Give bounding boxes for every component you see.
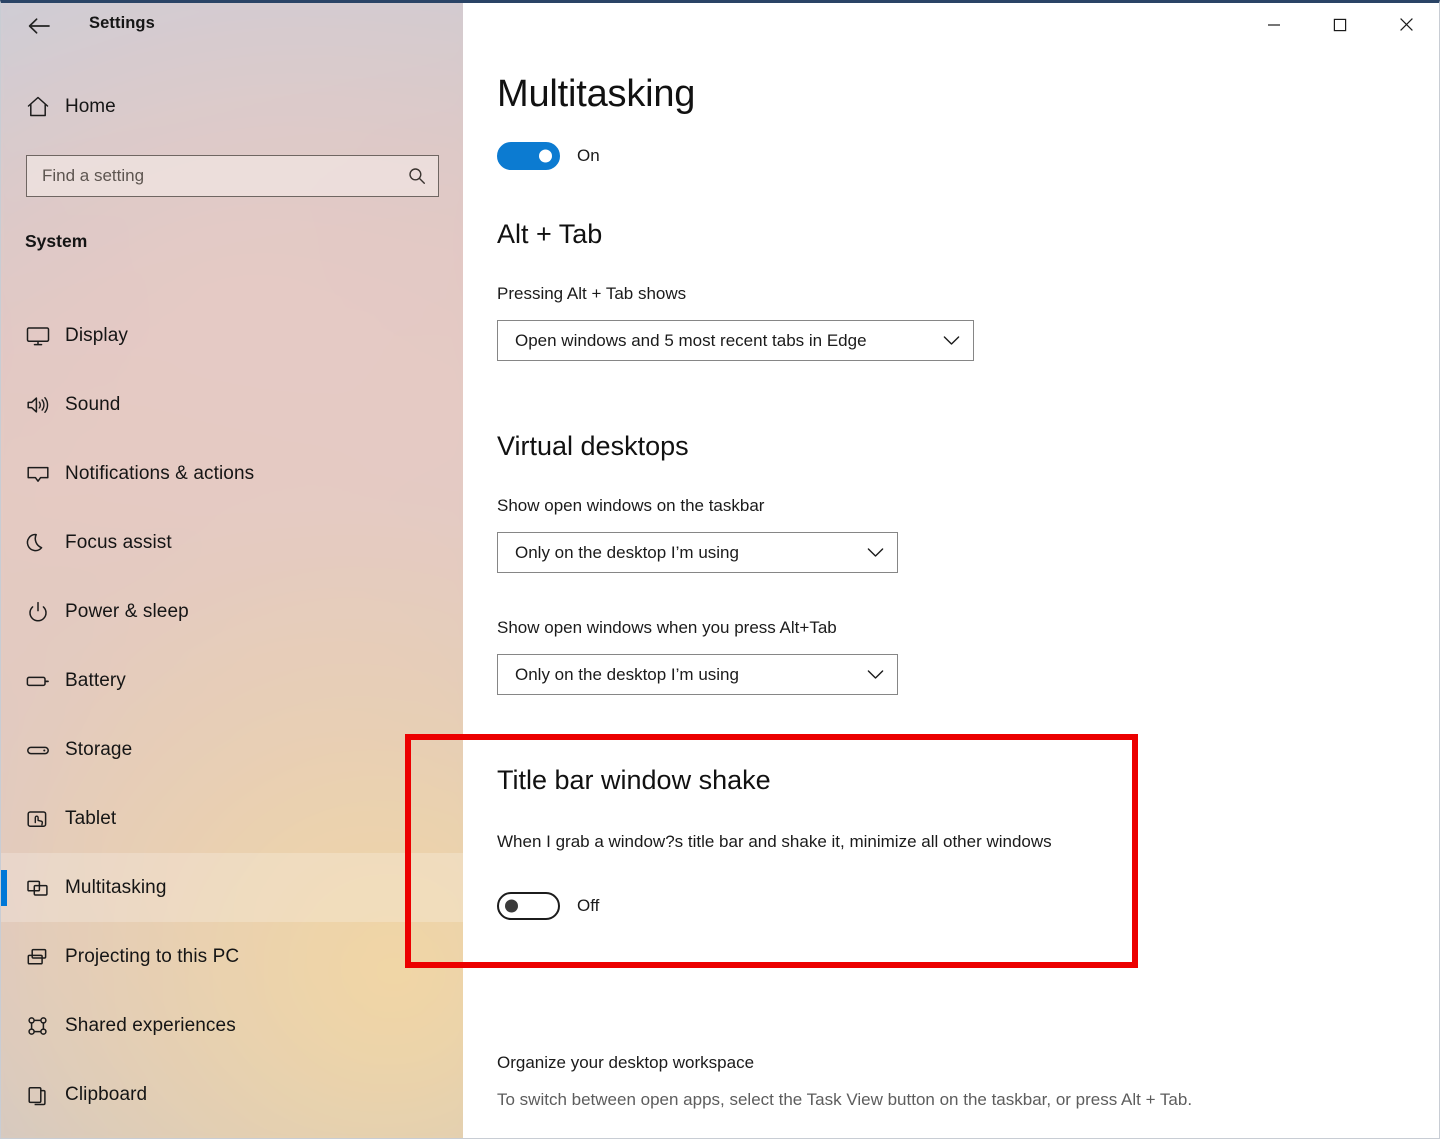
sidebar-item-sound[interactable]: Sound xyxy=(1,370,463,439)
sidebar-item-home[interactable]: Home xyxy=(1,86,463,128)
virtual-desktops-alttab-dropdown[interactable]: Only on the desktop I’m using xyxy=(497,654,898,695)
virtual-desktops-taskbar-dropdown-value: Only on the desktop I’m using xyxy=(515,542,739,562)
sidebar-item-label: Display xyxy=(65,324,128,346)
search-box[interactable] xyxy=(26,155,439,197)
close-icon xyxy=(1399,17,1414,35)
sidebar-item-label: Clipboard xyxy=(65,1083,148,1105)
alt-tab-dropdown[interactable]: Open windows and 5 most recent tabs in E… xyxy=(497,320,974,361)
chevron-down-icon xyxy=(867,547,884,558)
sidebar-item-display[interactable]: Display xyxy=(1,301,463,370)
toggle-knob xyxy=(539,149,552,163)
home-icon xyxy=(11,94,65,120)
sidebar-item-clipboard[interactable]: Clipboard xyxy=(1,1060,463,1129)
multitasking-master-toggle[interactable] xyxy=(497,142,560,170)
minimize-icon xyxy=(1267,18,1281,35)
sidebar-item-power-sleep[interactable]: Power & sleep xyxy=(1,577,463,646)
title-bar-shake-toggle-row: Off xyxy=(497,892,599,920)
sidebar-item-label: Home xyxy=(65,96,116,117)
sidebar-group-header: System xyxy=(25,231,88,251)
app-title: Settings xyxy=(89,14,155,32)
title-bar-shake-description: When I grab a window?s title bar and sha… xyxy=(497,832,1052,851)
sidebar-item-battery[interactable]: Battery xyxy=(1,646,463,715)
footer-description: To switch between open apps, select the … xyxy=(497,1090,1193,1109)
footer-heading: Organize your desktop workspace xyxy=(497,1053,755,1072)
clipboard-icon xyxy=(11,1082,65,1108)
power-icon xyxy=(11,599,65,625)
maximize-button[interactable] xyxy=(1307,3,1373,49)
sidebar-item-label: Power & sleep xyxy=(65,600,189,622)
sidebar-item-shared-experiences[interactable]: Shared experiences xyxy=(1,991,463,1060)
maximize-icon xyxy=(1333,18,1347,35)
window-controls xyxy=(1241,3,1439,49)
alt-tab-section-heading: Alt + Tab xyxy=(497,219,603,249)
back-arrow-icon xyxy=(27,17,51,35)
virtual-desktops-alttab-label: Show open windows when you press Alt+Tab xyxy=(497,618,837,637)
sidebar-item-label: Storage xyxy=(65,738,133,760)
sidebar: Settings Home Find a setting System Disp… xyxy=(1,3,463,1138)
toggle-state-label: Off xyxy=(577,896,600,915)
sidebar-item-label: Sound xyxy=(65,393,121,415)
windows-stack-icon xyxy=(11,875,65,901)
sidebar-item-label: Notifications & actions xyxy=(65,462,255,484)
tablet-touch-icon xyxy=(11,806,65,832)
title-bar-shake-toggle[interactable] xyxy=(497,892,560,920)
toggle-state-label: On xyxy=(577,146,600,165)
sidebar-item-focus-assist[interactable]: Focus assist xyxy=(1,508,463,577)
title-bar-shake-heading: Title bar window shake xyxy=(497,765,771,795)
close-button[interactable] xyxy=(1373,3,1439,49)
virtual-desktops-alttab-dropdown-value: Only on the desktop I’m using xyxy=(515,664,739,684)
sidebar-item-tablet[interactable]: Tablet xyxy=(1,784,463,853)
virtual-desktops-taskbar-label: Show open windows on the taskbar xyxy=(497,496,765,515)
sidebar-item-label: Tablet xyxy=(65,807,117,829)
virtual-desktops-section-heading: Virtual desktops xyxy=(497,431,689,461)
drive-icon xyxy=(11,737,65,763)
chevron-down-icon xyxy=(943,335,960,346)
search-icon[interactable] xyxy=(396,166,438,186)
alt-tab-dropdown-value: Open windows and 5 most recent tabs in E… xyxy=(515,330,867,350)
multitasking-master-toggle-row: On xyxy=(497,142,600,170)
minimize-button[interactable] xyxy=(1241,3,1307,49)
virtual-desktops-taskbar-dropdown[interactable]: Only on the desktop I’m using xyxy=(497,532,898,573)
sidebar-item-notifications-actions[interactable]: Notifications & actions xyxy=(1,439,463,508)
sidebar-item-label: Focus assist xyxy=(65,531,172,553)
page-title: Multitasking xyxy=(497,73,696,115)
search-input[interactable] xyxy=(27,166,396,186)
sidebar-item-storage[interactable]: Storage xyxy=(1,715,463,784)
monitor-icon xyxy=(11,323,65,349)
sidebar-item-projecting-to-this-pc[interactable]: Projecting to this PC xyxy=(1,922,463,991)
moon-icon xyxy=(11,530,65,556)
chevron-down-icon xyxy=(867,669,884,680)
sidebar-nav-list: Display Sound Notifications & actions Fo… xyxy=(1,301,463,1129)
battery-icon xyxy=(11,668,65,694)
share-nodes-icon xyxy=(11,1013,65,1039)
projector-icon xyxy=(11,944,65,970)
sidebar-item-multitasking[interactable]: Multitasking xyxy=(1,853,463,922)
sidebar-item-label: Shared experiences xyxy=(65,1014,236,1036)
notification-icon xyxy=(11,461,65,487)
sidebar-item-label: Projecting to this PC xyxy=(65,945,240,967)
sidebar-item-label: Battery xyxy=(65,669,126,691)
alt-tab-field-label: Pressing Alt + Tab shows xyxy=(497,284,687,303)
toggle-knob xyxy=(505,899,518,913)
sidebar-item-label: Multitasking xyxy=(65,876,167,898)
speaker-icon xyxy=(11,392,65,418)
settings-window: Settings Home Find a setting System Disp… xyxy=(0,0,1440,1139)
back-button[interactable] xyxy=(21,9,57,43)
